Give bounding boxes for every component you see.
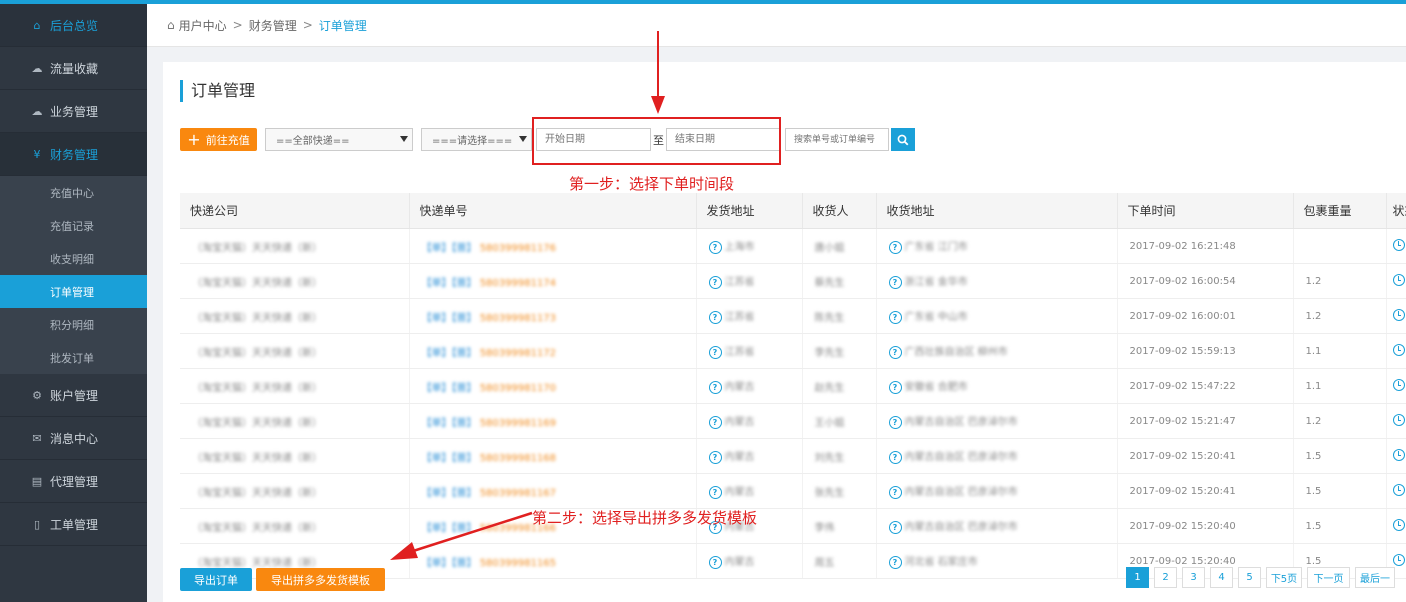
step1-arrow-head [651, 96, 665, 114]
step2-arrow-line [409, 511, 533, 554]
annotation-arrows [390, 31, 665, 560]
step2-arrow-head [390, 542, 418, 560]
